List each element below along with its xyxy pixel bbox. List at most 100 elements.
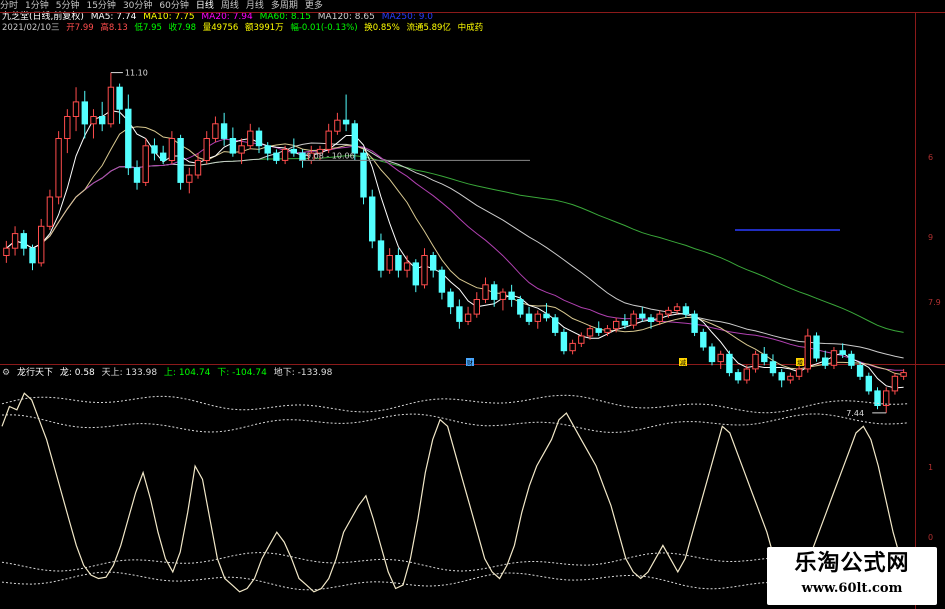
watermark-badge: 乐淘公式网 www.60lt.com [767,547,937,605]
candle-body [464,313,472,322]
ma120-line [6,142,904,359]
candle-body [438,269,446,293]
candle-body [20,233,28,249]
candle-body [595,328,602,333]
candle-body [761,353,768,363]
indicator-ground: 地下: -133.98 [273,368,333,378]
candle-body [238,145,245,154]
candle-body [795,368,803,377]
candle-body [290,148,298,154]
candle-body [778,372,785,381]
candle-body [726,353,733,374]
watermark-title: 乐淘公式网 [794,550,910,576]
band-line-0 [1,394,909,414]
low-label: 7.44 [846,409,864,418]
candle-body [351,123,359,154]
candle-body [682,306,690,315]
candle-body [630,313,637,326]
candle-body [342,119,350,125]
candle-body [691,313,698,333]
candle-body [621,320,629,326]
candle-body [656,313,663,322]
candle-body [639,313,646,319]
event-marker-label: 减 [680,359,686,367]
candle-body [360,152,367,198]
candle-body [473,299,481,315]
candle-body [377,240,385,271]
candle-body [403,262,411,271]
candle-body [734,372,742,381]
band-line-1 [1,413,909,433]
candle-body [325,130,332,150]
axis-tick-label: 1 [928,463,933,472]
candle-body [281,148,289,161]
range-label: 9.08 - 10.06 [306,151,355,160]
candle-body [891,375,899,392]
candle-body [769,361,777,374]
candle-body [865,375,872,392]
candle-body [107,86,115,125]
candle-body [81,101,88,125]
candle-body [883,390,890,406]
candle-body [273,152,280,161]
candle-body [822,357,829,366]
high-label: 11.10 [125,69,148,78]
candle-body [64,116,71,139]
candle-body [456,306,463,322]
candle-body [412,262,420,286]
candle-body [900,372,907,377]
candle-body [830,350,838,366]
candle-body [813,335,820,359]
candle-body [99,116,106,125]
candle-body [708,346,716,363]
candle-body [29,247,36,264]
candle-body [848,353,855,366]
candle-body [160,152,167,161]
candle-body [203,138,210,161]
candle-body [743,368,750,381]
candle-body [168,138,176,161]
axis-tick-label: 0 [928,533,933,542]
ma60-line [6,155,904,333]
candle-body [673,306,681,311]
candle-body [499,291,507,300]
stock-chart-svg[interactable]: 11.10 7.44 9.08 - 10.06 6 9 7.9 1 0 财 减 增 [0,0,945,609]
candle-body [264,145,271,154]
ma20-line [6,138,904,371]
candle-body [247,130,254,147]
candle-body [508,291,515,300]
candle-body [491,284,498,300]
candle-body [552,317,559,333]
indicator-name[interactable]: 龙行天下 [17,368,53,378]
candle-body [212,123,219,139]
candle-body [430,255,437,271]
candle-body [578,335,585,344]
candle-body [517,299,524,315]
candle-body [560,331,568,352]
candle-body [569,342,576,352]
candle-body [395,255,402,271]
indicator-icon: ⚙ [2,368,11,378]
candle-body [72,101,80,118]
candle-body [447,291,454,308]
axis-tick-label: 7.9 [928,298,941,307]
candle-body [55,138,62,198]
candle-body [177,138,184,183]
candle-body [386,255,393,271]
candle-body [125,108,132,169]
candle-body [334,119,341,132]
ma5-line [6,110,904,389]
candle-body [613,320,620,330]
indicator-header: ⚙ 龙行天下 龙: 0.58 天上: 133.98 上: 104.74 下: -… [2,368,336,379]
candle-body [116,86,123,110]
candle-body [717,353,724,363]
candle-body [299,152,306,161]
candle-body [604,328,611,333]
candle-body [194,159,202,176]
candle-body [255,130,263,147]
candle-body [839,350,846,355]
watermark-url: www.60lt.com [801,581,903,596]
candle-body [482,284,489,300]
candle-body [804,335,811,370]
axis-tick-label: 9 [928,233,933,242]
